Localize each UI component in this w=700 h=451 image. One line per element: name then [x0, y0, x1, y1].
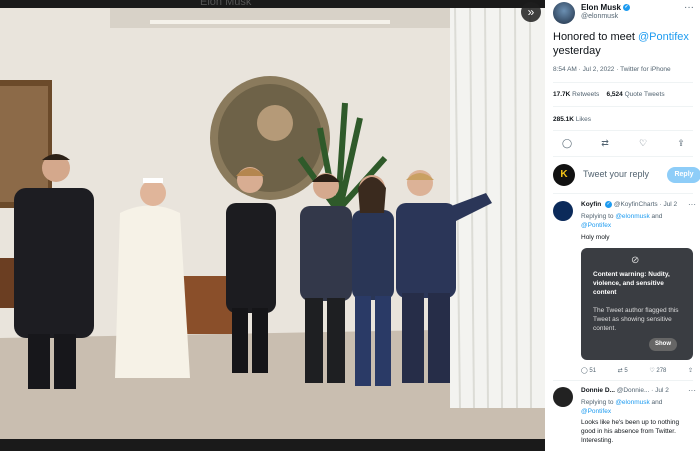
author-name[interactable]: Elon Musk — [581, 3, 621, 12]
tweet-actions: ◯ ⇄ ♡ ⇪ — [559, 138, 689, 150]
mention-link[interactable]: @Pontifex — [581, 408, 611, 415]
eye-slash-icon: ⊘ — [631, 255, 640, 266]
tweet-panel: Elon Musk ✓ @elonmusk ··· Honored to meet… — [545, 0, 700, 451]
retweets-stat[interactable]: 17.7K Retweets — [553, 91, 599, 98]
tweet-stats: 17.7K Retweets 6,524 Quote Tweets — [553, 91, 665, 98]
user-avatar[interactable]: K — [553, 164, 575, 186]
replying-to: Replying to @elonmusk and @Pontifex — [581, 399, 663, 415]
divider — [553, 82, 693, 83]
reply-text: Holy moly — [581, 234, 610, 241]
double-chevron-right-icon: » — [527, 5, 535, 19]
reply-author-name[interactable]: Donnie D... — [581, 387, 615, 394]
warning-title: Content warning: Nudity, violence, and s… — [593, 271, 670, 296]
divider — [553, 380, 693, 381]
reply-avatar[interactable] — [553, 201, 573, 221]
more-options-icon[interactable]: ··· — [688, 200, 696, 209]
divider — [553, 130, 693, 131]
reply-composer: K Tweet your reply Reply — [553, 164, 700, 188]
author-avatar[interactable] — [553, 2, 575, 24]
expand-panel-button[interactable]: » — [521, 2, 541, 22]
share-icon[interactable]: ⇪ — [688, 367, 693, 374]
reply-text: Looks like he's been up to nothing good … — [581, 419, 680, 444]
tweet-photo[interactable] — [0, 8, 545, 439]
divider — [553, 156, 693, 157]
warning-body: The Tweet author flagged this Tweet as s… — [593, 307, 679, 332]
photo-viewer: Elon Musk » — [0, 0, 545, 451]
reply-tweet[interactable]: Donnie D... @Donnie... · Jul 2 ··· Reply… — [553, 386, 698, 451]
tweet-author[interactable]: Elon Musk ✓ @elonmusk ··· — [553, 2, 698, 24]
more-options-icon[interactable]: ··· — [688, 386, 696, 395]
reply-button[interactable]: Reply — [667, 167, 700, 183]
replying-to: Replying to @elonmusk and @Pontifex — [581, 213, 663, 229]
group-photo — [0, 8, 545, 439]
reply-handle-date[interactable]: @Donnie... · Jul 2 — [617, 387, 669, 394]
like-icon[interactable]: ♡ 278 — [649, 367, 666, 374]
share-icon[interactable]: ⇪ — [673, 138, 689, 150]
verified-badge-icon: ✓ — [605, 201, 613, 208]
tweet-text-prefix: Honored to meet — [553, 31, 638, 43]
tweet-text: Honored to meet @Pontifex yesterday — [553, 30, 698, 58]
tweet-timestamp[interactable]: 8:54 AM · Jul 2, 2022 · Twitter for iPho… — [553, 66, 671, 73]
divider — [553, 193, 693, 194]
reply-handle-date[interactable]: @KoyfinCharts · Jul 2 — [614, 201, 677, 208]
quote-tweets-stat[interactable]: 6,524 Quote Tweets — [607, 91, 665, 98]
verified-badge-icon: ✓ — [623, 4, 631, 12]
retweet-icon[interactable]: ⇄ 5 — [618, 367, 628, 374]
reply-author-name[interactable]: Koyfin — [581, 201, 601, 208]
photo-top-label: Elon Musk — [200, 0, 252, 8]
reply-actions: ◯ 51 ⇄ 5 ♡ 278 ⇪ — [581, 367, 693, 374]
like-icon[interactable]: ♡ — [635, 138, 651, 150]
mention-link[interactable]: @Pontifex — [581, 222, 611, 229]
mention-link[interactable]: @elonmusk — [615, 399, 649, 406]
reply-icon[interactable]: ◯ — [559, 138, 575, 150]
mention-link[interactable]: @elonmusk — [615, 213, 649, 220]
author-handle[interactable]: @elonmusk — [581, 13, 618, 20]
reply-input[interactable]: Tweet your reply — [583, 169, 649, 179]
divider — [553, 106, 693, 107]
reply-avatar[interactable] — [553, 387, 573, 407]
retweet-icon[interactable]: ⇄ — [597, 138, 613, 150]
more-options-icon[interactable]: ··· — [684, 2, 694, 13]
show-button[interactable]: Show — [649, 338, 677, 351]
mention-link[interactable]: @Pontifex — [638, 31, 689, 43]
likes-stat[interactable]: 285.1K Likes — [553, 116, 591, 123]
sensitive-content-warning: ⊘ Content warning: Nudity, violence, and… — [581, 248, 693, 360]
reply-icon[interactable]: ◯ 51 — [581, 367, 596, 374]
tweet-text-suffix: yesterday — [553, 45, 601, 57]
